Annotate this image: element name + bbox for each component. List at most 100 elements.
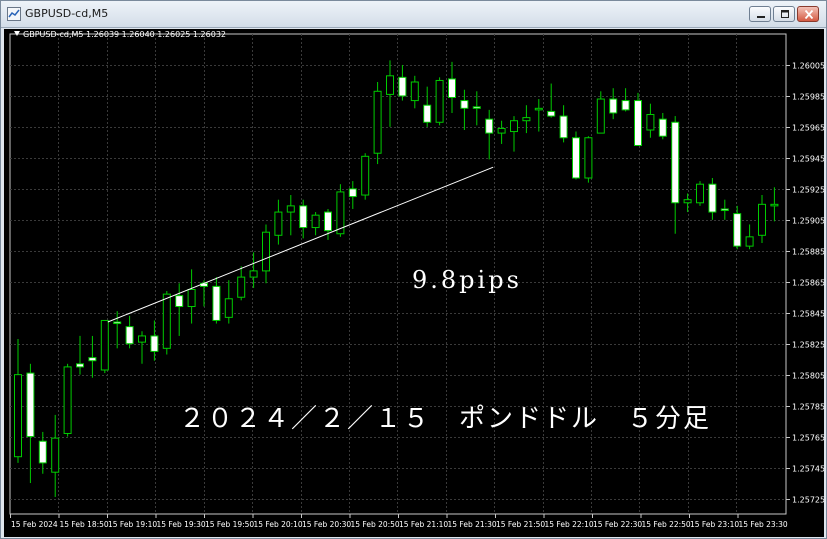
bull-candle xyxy=(311,214,320,229)
bull-candle xyxy=(262,231,270,272)
x-tick-label: 15 Feb 23:10 xyxy=(690,520,739,529)
bear-candle xyxy=(150,335,159,352)
maximize-icon xyxy=(781,10,789,18)
bull-candle xyxy=(696,183,704,204)
x-tick-label: 15 Feb 2024 xyxy=(11,520,58,529)
bear-candle xyxy=(634,100,642,146)
bull-candle xyxy=(596,98,605,134)
bull-candle xyxy=(758,203,766,236)
y-tick-label: 1.26005 xyxy=(792,62,824,71)
bear-candle xyxy=(212,285,221,321)
bull-candle xyxy=(534,107,543,111)
close-icon xyxy=(804,10,814,19)
bear-candle xyxy=(76,363,84,368)
bear-candle xyxy=(113,321,122,325)
bull-candle xyxy=(435,79,444,123)
window-titlebar[interactable]: GBPUSD-cd,M5 xyxy=(1,1,826,28)
bull-candle xyxy=(373,90,382,154)
y-tick-label: 1.25945 xyxy=(792,155,824,164)
x-tick-label: 15 Feb 22:50 xyxy=(642,520,691,529)
bear-candle xyxy=(708,183,717,213)
bull-candle xyxy=(249,270,258,278)
price-chart[interactable]: 1.26005 1.25985 1.25965 1.25945 1.25925 1.259… xyxy=(4,29,824,537)
x-tick-label: 15 Feb 21:10 xyxy=(399,520,448,529)
bear-candle xyxy=(720,208,729,212)
y-tick-label: 1.25885 xyxy=(792,248,824,257)
bull-candle xyxy=(770,203,779,207)
x-tick-label: 15 Feb 19:30 xyxy=(157,520,206,529)
x-tick-label: 15 Feb 23:30 xyxy=(739,520,788,529)
bull-candle xyxy=(361,155,370,196)
bear-candle xyxy=(671,121,680,204)
bull-candle xyxy=(187,288,196,308)
bear-candle xyxy=(559,115,568,139)
bear-candle xyxy=(423,104,432,123)
chart-app-icon xyxy=(7,7,21,21)
bear-candle xyxy=(324,211,332,232)
y-tick-label: 1.25825 xyxy=(792,341,824,350)
bear-candle xyxy=(448,78,456,98)
bear-candle xyxy=(485,118,494,134)
bull-candle xyxy=(683,199,692,204)
bull-candle xyxy=(100,319,109,371)
minimize-icon xyxy=(757,16,765,18)
bear-candle xyxy=(658,118,667,137)
y-tick-label: 1.25745 xyxy=(792,465,824,474)
y-tick-label: 1.25905 xyxy=(792,217,824,226)
x-tick-label: 15 Feb 20:10 xyxy=(254,520,303,529)
bull-candle xyxy=(386,75,394,95)
bull-candle xyxy=(584,137,593,179)
x-tick-label: 15 Feb 18:50 xyxy=(60,520,109,529)
bear-candle xyxy=(609,98,618,114)
bull-candle xyxy=(286,205,295,213)
bull-candle xyxy=(410,81,419,102)
bull-candle xyxy=(510,120,518,133)
bull-candle xyxy=(237,276,246,298)
bear-candle xyxy=(460,100,469,109)
x-tick-label: 15 Feb 19:50 xyxy=(205,520,254,529)
y-tick-label: 1.25965 xyxy=(792,124,824,133)
bear-candle xyxy=(398,76,407,97)
close-button[interactable] xyxy=(797,6,819,22)
x-tick-label: 15 Feb 20:30 xyxy=(302,520,351,529)
bear-candle xyxy=(572,137,580,179)
bull-candle xyxy=(63,366,72,434)
bear-candle xyxy=(299,205,308,229)
y-tick-label: 1.25805 xyxy=(792,372,824,381)
chart-dropdown-triangle-icon xyxy=(14,31,20,36)
x-tick-label: 15 Feb 22:10 xyxy=(545,520,594,529)
y-tick-label: 1.25985 xyxy=(792,93,824,102)
bear-candle xyxy=(26,372,35,438)
x-tick-label: 15 Feb 22:30 xyxy=(593,520,642,529)
y-tick-label: 1.25845 xyxy=(792,310,824,319)
bull-candle xyxy=(51,437,60,473)
bear-candle xyxy=(88,357,97,362)
x-tick-label: 15 Feb 21:50 xyxy=(496,520,545,529)
chart-info-text: GBPUSD-cd,M5 1.26039 1.26040 1.26025 1.2… xyxy=(23,30,227,39)
y-tick-label: 1.25925 xyxy=(792,186,824,195)
bear-candle xyxy=(621,100,630,111)
bear-candle xyxy=(348,188,357,198)
x-tick-label: 15 Feb 19:10 xyxy=(108,520,157,529)
bull-candle xyxy=(497,127,506,134)
minimize-button[interactable] xyxy=(749,6,771,22)
bull-candle xyxy=(646,114,655,131)
bear-candle xyxy=(733,213,742,247)
bull-candle xyxy=(162,293,171,349)
bear-candle xyxy=(547,110,556,117)
x-tick-label: 15 Feb 21:30 xyxy=(448,520,497,529)
y-tick-label: 1.25865 xyxy=(792,279,824,288)
bull-candle xyxy=(274,211,283,236)
bull-candle xyxy=(522,117,531,122)
pips-annotation: 9.8pips xyxy=(412,266,522,294)
bear-candle xyxy=(472,106,481,109)
bull-candle xyxy=(224,298,233,318)
y-tick-label: 1.25785 xyxy=(792,403,824,412)
bull-candle xyxy=(138,335,146,343)
y-tick-label: 1.25765 xyxy=(792,434,824,443)
x-tick-label: 15 Feb 20:50 xyxy=(351,520,400,529)
bull-candle xyxy=(745,236,754,247)
bull-candle xyxy=(14,374,22,458)
bear-candle xyxy=(175,295,184,308)
maximize-button[interactable] xyxy=(773,6,795,22)
